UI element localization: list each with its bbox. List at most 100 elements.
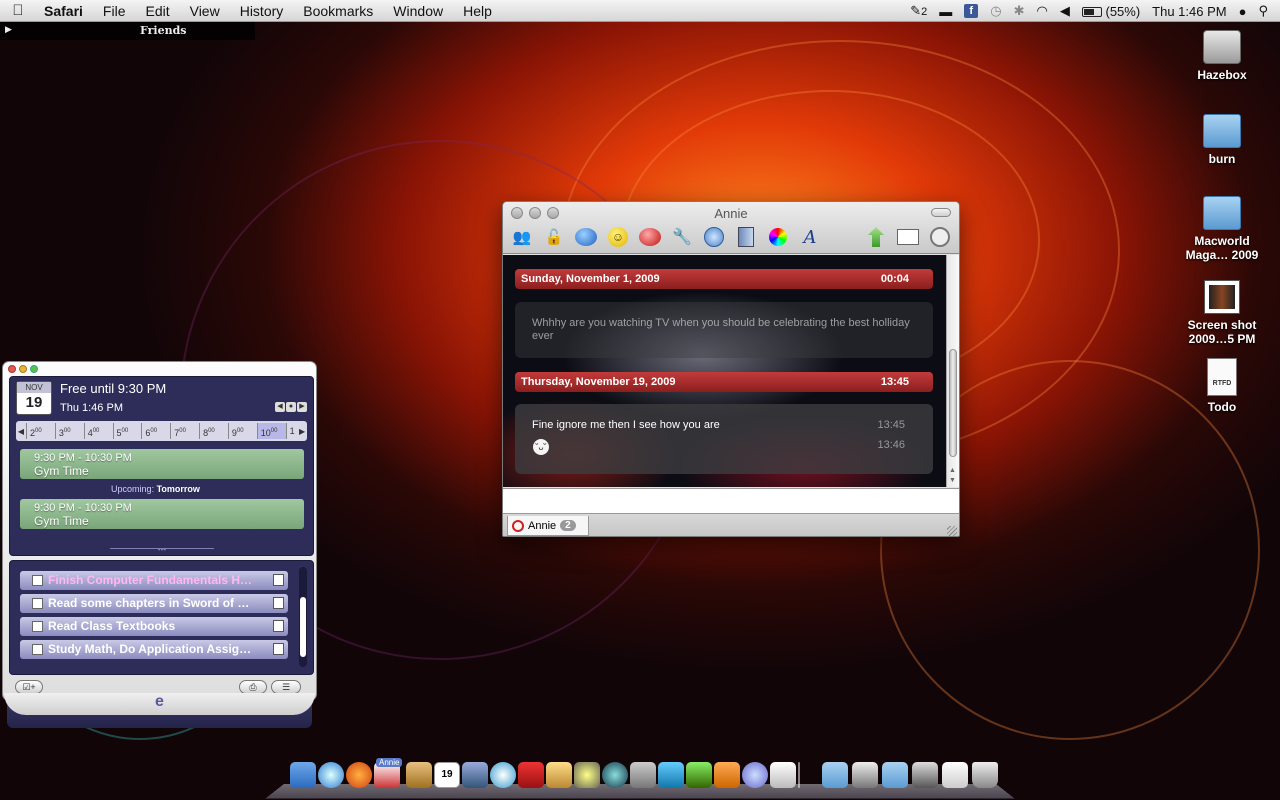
close-button[interactable] <box>8 365 16 373</box>
user-icon[interactable]: ● <box>1239 4 1247 19</box>
address-book-icon[interactable] <box>406 762 432 788</box>
chat-titlebar[interactable]: Annie 👥 🔓 ☺ 🔧 A <box>503 202 959 254</box>
time-machine-icon[interactable] <box>602 762 628 788</box>
downloads-folder-icon[interactable] <box>882 762 908 788</box>
preview-icon[interactable] <box>546 762 572 788</box>
menubar-clock[interactable]: Thu 1:46 PM <box>1152 4 1226 19</box>
todo-checkbox[interactable] <box>32 575 43 586</box>
encryption-lock-icon[interactable]: 🔓 <box>543 226 565 248</box>
menu-file[interactable]: File <box>93 3 136 19</box>
note-icon[interactable] <box>273 643 284 655</box>
resize-grip-icon[interactable] <box>947 526 957 536</box>
minimize-button[interactable] <box>19 365 27 373</box>
menu-view[interactable]: View <box>180 3 230 19</box>
history-button[interactable] <box>929 226 951 248</box>
web-button[interactable] <box>703 226 725 248</box>
todo-item[interactable]: Read Class Textbooks <box>20 617 288 636</box>
message-bubble-button[interactable] <box>575 226 597 248</box>
previous-day-button[interactable]: ◀ <box>275 402 285 412</box>
message-transcript[interactable]: Sunday, November 1, 2009 00:04 Whhhy are… <box>503 255 948 487</box>
menu-edit[interactable]: Edit <box>135 3 179 19</box>
todo-checkbox[interactable] <box>32 598 43 609</box>
event-item[interactable]: 9:30 PM - 10:30 PM Gym Time <box>20 449 304 479</box>
app-menu[interactable]: Safari <box>36 3 93 19</box>
desktop-icon-screenshot[interactable]: Screen shot 2009…5 PM <box>1177 280 1267 346</box>
toolbar-toggle-button[interactable] <box>931 208 951 217</box>
display-stack-icon[interactable] <box>912 762 938 788</box>
display-icon[interactable]: ▬ <box>939 4 952 19</box>
today-button[interactable]: ● <box>286 402 296 412</box>
scrollbar-thumb[interactable] <box>300 597 306 657</box>
menu-history[interactable]: History <box>230 3 294 19</box>
documents-stack-icon[interactable] <box>770 762 796 788</box>
contacts-icon[interactable]: 👥 <box>511 226 533 248</box>
timeline-right-icon[interactable]: ▶ <box>297 427 307 436</box>
color-button[interactable] <box>767 226 789 248</box>
add-todo-button[interactable]: ☑+ <box>15 680 43 694</box>
iphoto-icon[interactable] <box>462 762 488 788</box>
todo-item[interactable]: Study Math, Do Application Assig… <box>20 640 288 659</box>
itunes-icon[interactable] <box>490 762 516 788</box>
todo-checkbox[interactable] <box>32 644 43 655</box>
message-input[interactable] <box>503 488 959 513</box>
todo-scrollbar[interactable] <box>299 567 307 667</box>
menu-window[interactable]: Window <box>383 3 453 19</box>
safari-icon[interactable] <box>318 762 344 788</box>
contact-info-button[interactable] <box>897 226 919 248</box>
list-options-button[interactable]: ☰ <box>271 680 301 694</box>
friends-bar[interactable]: ▶ Friends <box>0 22 255 40</box>
send-file-button[interactable] <box>865 226 887 248</box>
disclosure-triangle-icon[interactable]: ▶ <box>5 25 12 35</box>
tab-annie[interactable]: Annie 2 <box>507 516 589 536</box>
zoom-button[interactable] <box>30 365 38 373</box>
pdf-icon[interactable] <box>518 762 544 788</box>
imovie-icon[interactable] <box>574 762 600 788</box>
emoticon-button[interactable]: ☺ <box>607 226 629 248</box>
transcript-scrollbar[interactable]: ▲ ▼ <box>946 255 959 487</box>
font-icon[interactable]: A <box>799 226 821 248</box>
desktop-icon-burn[interactable]: burn <box>1177 114 1267 166</box>
bluetooth-icon[interactable]: ✱ <box>1014 3 1025 19</box>
event-item[interactable]: 9:30 PM - 10:30 PM Gym Time <box>20 499 304 529</box>
battery-status[interactable]: (55%) <box>1081 4 1140 19</box>
desktop-icon-hazebox[interactable]: Hazebox <box>1177 30 1267 82</box>
todo-item[interactable]: Finish Computer Fundamentals H… <box>20 571 288 590</box>
desktop-icon-todo[interactable]: RTFD Todo <box>1177 358 1267 414</box>
desktop-icon-macworld[interactable]: Macworld Maga… 2009 <box>1177 196 1267 262</box>
ical-icon[interactable]: 19 <box>434 762 460 788</box>
app-w-icon[interactable] <box>658 762 684 788</box>
app-y-icon[interactable] <box>686 762 712 788</box>
scroll-up-icon[interactable]: ▲ <box>949 467 956 474</box>
apple-menu-icon[interactable]:  <box>0 2 36 19</box>
screen-icon[interactable] <box>852 762 878 788</box>
note-icon[interactable] <box>273 574 284 586</box>
scroll-down-icon[interactable]: ▼ <box>949 477 956 484</box>
messenger-status-item[interactable]: ✎2 <box>910 3 927 19</box>
finder-icon[interactable] <box>290 762 316 788</box>
time-machine-icon[interactable]: ◷ <box>990 3 1001 19</box>
app-p-icon[interactable] <box>714 762 740 788</box>
block-button[interactable] <box>639 226 661 248</box>
firefox-icon[interactable] <box>346 762 372 788</box>
trash-icon[interactable] <box>972 762 998 788</box>
volume-icon[interactable]: ◀ <box>1060 3 1070 19</box>
spotlight-search-icon[interactable]: ⚲ <box>1258 3 1268 19</box>
menu-bookmarks[interactable]: Bookmarks <box>293 3 383 19</box>
todo-item[interactable]: Read some chapters in Sword of … <box>20 594 288 613</box>
keyboard-icon[interactable] <box>942 762 968 788</box>
note-icon[interactable] <box>273 597 284 609</box>
todo-checkbox[interactable] <box>32 621 43 632</box>
next-day-button[interactable]: ▶ <box>297 402 307 412</box>
scrollbar-thumb[interactable] <box>949 349 957 457</box>
facebook-icon[interactable]: f <box>964 4 979 18</box>
panel-divider-handle[interactable]: ••• <box>110 546 214 554</box>
applications-folder-icon[interactable] <box>822 762 848 788</box>
wifi-icon[interactable]: ◠ <box>1037 3 1048 19</box>
print-button[interactable]: ⎙ <box>239 680 267 694</box>
system-preferences-icon[interactable] <box>630 762 656 788</box>
app-e-icon[interactable] <box>742 762 768 788</box>
timeline-left-icon[interactable]: ◀ <box>16 427 26 436</box>
wrench-icon[interactable]: 🔧 <box>671 226 693 248</box>
file-transfer-button[interactable] <box>735 226 757 248</box>
menu-help[interactable]: Help <box>453 3 502 19</box>
